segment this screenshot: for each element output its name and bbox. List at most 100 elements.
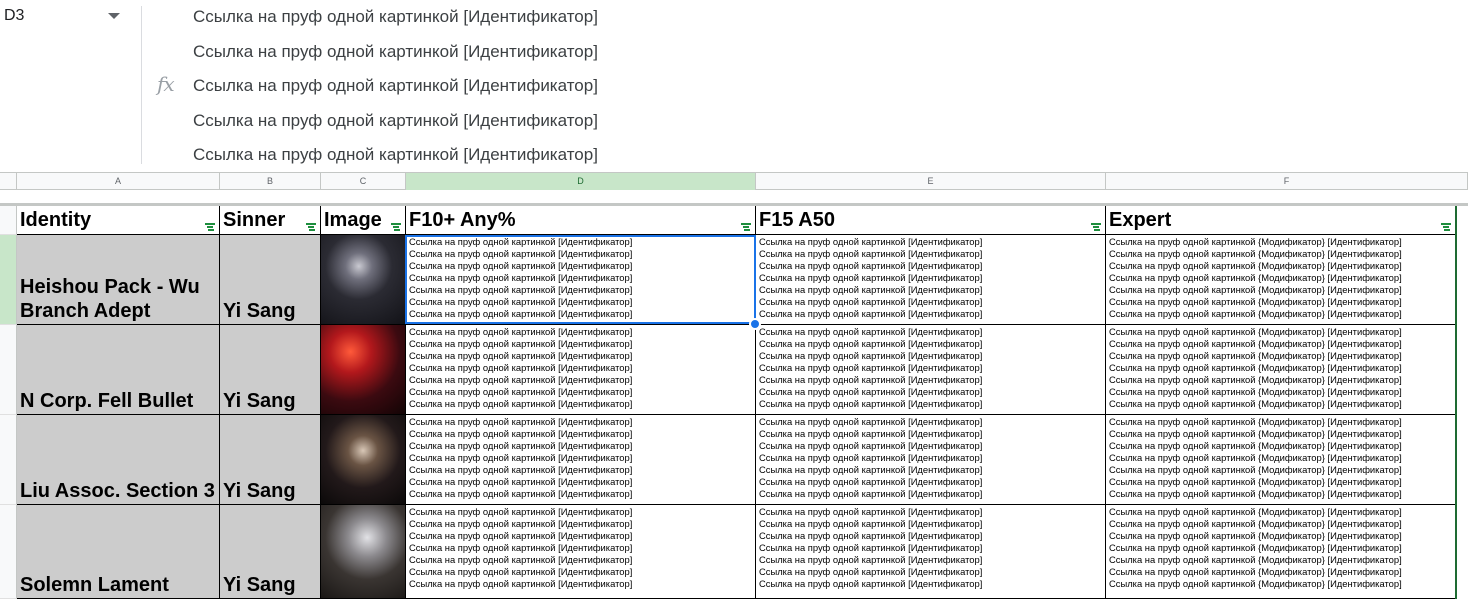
proof-link-text: Ссылка на пруф одной картинкой [Идентифи… bbox=[409, 284, 633, 295]
proof-link-text: Ссылка на пруф одной картинкой [Идентифи… bbox=[759, 260, 983, 271]
f15-proof-cell[interactable]: Ссылка на пруф одной картинкой [Идентифи… bbox=[756, 325, 1106, 415]
proof-link-text: Ссылка на пруф одной картинкой {Модифика… bbox=[1109, 416, 1402, 427]
f10-proof-cell[interactable]: Ссылка на пруф одной картинкой [Идентифи… bbox=[406, 415, 756, 505]
proof-link-text: Ссылка на пруф одной картинкой [Идентифи… bbox=[759, 440, 983, 451]
column-header-c[interactable]: C bbox=[321, 173, 406, 190]
header-cell-f10[interactable]: F10+ Any% bbox=[406, 206, 756, 235]
filter-icon[interactable] bbox=[1441, 223, 1451, 231]
proof-link-text: Ссылка на пруф одной картинкой [Идентифи… bbox=[409, 428, 633, 439]
image-cell[interactable] bbox=[321, 235, 406, 325]
proof-link-text: Ссылка на пруф одной картинкой [Идентифи… bbox=[759, 428, 983, 439]
proof-link-text: Ссылка на пруф одной картинкой [Идентифи… bbox=[409, 488, 633, 499]
proof-link-text: Ссылка на пруф одной картинкой [Идентифи… bbox=[759, 506, 983, 517]
name-box-value[interactable]: D3 bbox=[4, 7, 24, 25]
proof-link-text: Ссылка на пруф одной картинкой [Идентифи… bbox=[759, 296, 983, 307]
proof-link-text: Ссылка на пруф одной картинкой [Идентифи… bbox=[409, 416, 633, 427]
header-cell-expert[interactable]: Expert bbox=[1106, 206, 1456, 235]
fill-handle[interactable] bbox=[749, 318, 761, 330]
proof-link-text: Ссылка на пруф одной картинкой {Модифика… bbox=[1109, 248, 1402, 259]
proof-link-text: Ссылка на пруф одной картинкой {Модифика… bbox=[1109, 464, 1402, 475]
proof-link-text: Ссылка на пруф одной картинкой {Модифика… bbox=[1109, 236, 1402, 247]
expert-proof-cell[interactable]: Ссылка на пруф одной картинкой {Модифика… bbox=[1106, 505, 1456, 599]
proof-link-text: Ссылка на пруф одной картинкой [Идентифи… bbox=[759, 476, 983, 487]
formula-line[interactable]: Ссылка на пруф одной картинкой [Идентифи… bbox=[193, 110, 598, 145]
select-all-corner[interactable] bbox=[0, 173, 17, 190]
formula-input[interactable]: Ссылка на пруф одной картинкой [Идентифи… bbox=[193, 6, 598, 179]
f10-proof-cell[interactable]: Ссылка на пруф одной картинкой [Идентифи… bbox=[406, 505, 756, 599]
identity-cell[interactable]: N Corp. Fell Bullet bbox=[17, 325, 220, 415]
proof-link-text: Ссылка на пруф одной картинкой [Идентифи… bbox=[409, 236, 633, 247]
sinner-cell[interactable]: Yi Sang bbox=[220, 235, 321, 325]
expert-proof-cell[interactable]: Ссылка на пруф одной картинкой {Модифика… bbox=[1106, 415, 1456, 505]
proof-link-text: Ссылка на пруф одной картинкой [Идентифи… bbox=[409, 554, 633, 565]
header-label: F10+ Any% bbox=[409, 209, 516, 231]
image-cell[interactable] bbox=[321, 505, 406, 599]
proof-link-text: Ссылка на пруф одной картинкой [Идентифи… bbox=[759, 350, 983, 361]
f10-proof-cell[interactable]: Ссылка на пруф одной картинкой [Идентифи… bbox=[406, 235, 756, 325]
proof-link-text: Ссылка на пруф одной картинкой [Идентифи… bbox=[759, 488, 983, 499]
column-header-d[interactable]: D bbox=[406, 173, 756, 190]
f15-proof-cell[interactable]: Ссылка на пруф одной картинкой [Идентифи… bbox=[756, 235, 1106, 325]
column-header-e[interactable]: E bbox=[756, 173, 1106, 190]
header-label: Expert bbox=[1109, 209, 1172, 231]
f15-proof-cell[interactable]: Ссылка на пруф одной картинкой [Идентифи… bbox=[756, 415, 1106, 505]
proof-link-text: Ссылка на пруф одной картинкой [Идентифи… bbox=[409, 566, 633, 577]
proof-link-text: Ссылка на пруф одной картинкой [Идентифи… bbox=[409, 326, 633, 337]
row-header[interactable] bbox=[0, 235, 17, 325]
sinner-name: Yi Sang bbox=[223, 480, 296, 502]
filter-icon[interactable] bbox=[205, 223, 215, 231]
formula-line[interactable]: Ссылка на пруф одной картинкой [Идентифи… bbox=[193, 41, 598, 76]
expert-proof-cell[interactable]: Ссылка на пруф одной картинкой {Модифика… bbox=[1106, 325, 1456, 415]
image-cell[interactable] bbox=[321, 325, 406, 415]
filter-icon[interactable] bbox=[741, 223, 751, 231]
proof-link-text: Ссылка на пруф одной картинкой [Идентифи… bbox=[409, 398, 633, 409]
proof-link-text: Ссылка на пруф одной картинкой [Идентифи… bbox=[409, 542, 633, 553]
row-header[interactable] bbox=[0, 325, 17, 415]
expert-proof-cell[interactable]: Ссылка на пруф одной картинкой {Модифика… bbox=[1106, 235, 1456, 325]
identity-cell[interactable]: Heishou Pack - Wu Branch Adept bbox=[17, 235, 220, 325]
proof-link-text: Ссылка на пруф одной картинкой [Идентифи… bbox=[759, 566, 983, 577]
row-header[interactable] bbox=[0, 505, 17, 599]
column-header-a[interactable]: A bbox=[17, 173, 220, 190]
proof-link-text: Ссылка на пруф одной картинкой {Модифика… bbox=[1109, 476, 1402, 487]
header-cell-f15[interactable]: F15 A50 bbox=[756, 206, 1106, 235]
proof-link-text: Ссылка на пруф одной картинкой [Идентифи… bbox=[759, 284, 983, 295]
row-header[interactable] bbox=[0, 206, 17, 235]
f15-proof-cell[interactable]: Ссылка на пруф одной картинкой [Идентифи… bbox=[756, 505, 1106, 599]
proof-link-text: Ссылка на пруф одной картинкой [Идентифи… bbox=[409, 452, 633, 463]
proof-link-text: Ссылка на пруф одной картинкой {Модифика… bbox=[1109, 428, 1402, 439]
character-portrait bbox=[321, 235, 405, 324]
filter-icon[interactable] bbox=[1091, 223, 1101, 231]
proof-link-text: Ссылка на пруф одной картинкой [Идентифи… bbox=[759, 272, 983, 283]
sinner-cell[interactable]: Yi Sang bbox=[220, 325, 321, 415]
sinner-cell[interactable]: Yi Sang bbox=[220, 505, 321, 599]
name-box[interactable]: D3 bbox=[0, 0, 140, 36]
identity-cell[interactable]: Solemn Lament bbox=[17, 505, 220, 599]
proof-link-text: Ссылка на пруф одной картинкой {Модифика… bbox=[1109, 386, 1402, 397]
frozen-row-separator[interactable] bbox=[0, 190, 1468, 206]
sinner-name: Yi Sang bbox=[223, 574, 296, 596]
column-header-f[interactable]: F bbox=[1106, 173, 1468, 190]
chevron-down-icon[interactable] bbox=[108, 13, 120, 19]
proof-link-text: Ссылка на пруф одной картинкой [Идентифи… bbox=[759, 416, 983, 427]
f10-proof-cell[interactable]: Ссылка на пруф одной картинкой [Идентифи… bbox=[406, 325, 756, 415]
filter-icon[interactable] bbox=[306, 223, 316, 231]
filter-icon[interactable] bbox=[391, 223, 401, 231]
proof-link-text: Ссылка на пруф одной картинкой [Идентифи… bbox=[759, 308, 983, 319]
image-cell[interactable] bbox=[321, 415, 406, 505]
formula-line[interactable]: Ссылка на пруф одной картинкой [Идентифи… bbox=[193, 6, 598, 41]
formula-bar: D3 fx Ссылка на пруф одной картинкой [Ид… bbox=[0, 0, 1468, 172]
proof-link-text: Ссылка на пруф одной картинкой {Модифика… bbox=[1109, 578, 1402, 589]
header-cell-image[interactable]: Image bbox=[321, 206, 406, 235]
proof-link-text: Ссылка на пруф одной картинкой {Модифика… bbox=[1109, 260, 1402, 271]
identity-name: Solemn Lament bbox=[20, 574, 169, 596]
sinner-cell[interactable]: Yi Sang bbox=[220, 415, 321, 505]
header-label: Sinner bbox=[223, 209, 286, 231]
header-cell-sinner[interactable]: Sinner bbox=[220, 206, 321, 235]
identity-cell[interactable]: Liu Assoc. Section 3 bbox=[17, 415, 220, 505]
proof-link-text: Ссылка на пруф одной картинкой [Идентифи… bbox=[409, 374, 633, 385]
column-header-b[interactable]: B bbox=[220, 173, 321, 190]
row-header[interactable] bbox=[0, 415, 17, 505]
header-cell-identity[interactable]: Identity bbox=[17, 206, 220, 235]
formula-line[interactable]: Ссылка на пруф одной картинкой [Идентифи… bbox=[193, 75, 598, 110]
